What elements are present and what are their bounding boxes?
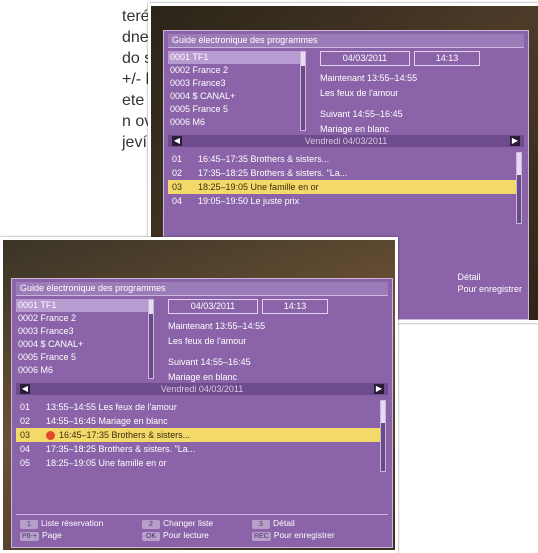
epg-footer: 1 Liste réservation 2 Changer liste 3 Détai… <box>16 514 388 543</box>
date-display: 04/03/2011 <box>168 299 258 314</box>
event-row[interactable]: 01 13:55–14:55 Les feux de l'amour <box>16 400 380 414</box>
date-display: 04/03/2011 <box>320 51 410 66</box>
event-text: 18:25–19:05 Une famille en or <box>198 182 319 192</box>
event-row[interactable]: 04 19:05–19:50 Le juste prix <box>168 194 516 208</box>
key-badge: 2 <box>142 520 160 529</box>
back-footer: Détail Pour enregistrer <box>457 271 522 295</box>
channel-item[interactable]: 0004 $ CANAL+ <box>16 338 148 351</box>
event-number: 01 <box>172 154 183 164</box>
channel-list[interactable]: 0001 TF1 0002 France 2 0003 France3 0004… <box>16 299 148 377</box>
footer-key-reservation[interactable]: 1 Liste réservation <box>20 518 103 529</box>
event-number: 02 <box>20 416 31 426</box>
event-list[interactable]: 01 16:45–17:35 Brothers & sisters... 02 17… <box>168 152 516 208</box>
event-text: 17:35–18:25 Brothers & sisters. "La... <box>46 444 196 454</box>
detail-label: Détail <box>457 272 481 282</box>
day-label: Vendredi 04/03/2011 <box>304 136 388 146</box>
arrow-left-icon[interactable]: ◀ <box>20 384 30 394</box>
epg-title: Guide électronique des programmes <box>168 34 524 48</box>
footer-label: Pour enregistrer <box>273 530 335 540</box>
event-row[interactable]: 03 18:25–19:05 Une famille en or <box>168 180 516 194</box>
key-badge: OK <box>142 532 160 541</box>
event-row[interactable]: 02 14:55–16:45 Mariage en blanc <box>16 414 380 428</box>
channel-item[interactable]: 0002 France 2 <box>16 312 148 325</box>
record-label: Pour enregistrer <box>457 284 522 294</box>
channel-item[interactable]: 0006 M6 <box>168 116 300 129</box>
day-label: Vendredi 04/03/2011 <box>160 384 244 394</box>
day-bar: ◀ Vendredi 04/03/2011 ▶ <box>168 135 524 147</box>
next-label: Suivant 14:55–16:45 <box>320 109 403 119</box>
event-number: 03 <box>172 182 183 192</box>
footer-label: Liste réservation <box>41 518 104 528</box>
event-text: 19:05–19:50 Le juste prix <box>198 196 300 206</box>
event-text: 14:55–16:45 Mariage en blanc <box>46 416 168 426</box>
event-row[interactable]: 01 16:45–17:35 Brothers & sisters... <box>168 152 516 166</box>
event-text: 16:45–17:35 Brothers & sisters... <box>198 154 330 164</box>
record-icon <box>46 431 55 441</box>
arrow-right-icon[interactable]: ▶ <box>510 136 520 146</box>
channel-scrollbar[interactable] <box>300 51 306 131</box>
now-label: Maintenant 13:55–14:55 <box>168 321 266 331</box>
next-title: Mariage en blanc <box>320 124 390 134</box>
now-title: Les feux de l'amour <box>168 336 247 346</box>
channel-scrollbar[interactable] <box>148 299 154 379</box>
channel-item[interactable]: 0001 TF1 <box>16 299 148 312</box>
channel-item[interactable]: 0002 France 2 <box>168 64 300 77</box>
now-label: Maintenant 13:55–14:55 <box>320 73 418 83</box>
event-scrollbar[interactable] <box>380 400 386 472</box>
time-display: 14:13 <box>414 51 480 66</box>
epg-title: Guide électronique des programmes <box>16 282 388 296</box>
footer-key-rec[interactable]: REC Pour enregistrer <box>252 530 335 541</box>
event-list[interactable]: 01 13:55–14:55 Les feux de l'amour 02 14:5… <box>16 400 380 470</box>
day-bar: ◀ Vendredi 04/03/2011 ▶ <box>16 383 388 395</box>
event-number: 05 <box>20 458 31 468</box>
event-text: 17:35–18:25 Brothers & sisters. "La... <box>198 168 348 178</box>
event-number: 01 <box>20 402 31 412</box>
event-row[interactable]: 05 18:25–19:05 Une famille en or <box>16 456 380 470</box>
footer-key-ok[interactable]: OK Pour lecture <box>142 530 209 541</box>
tv-screenshot-front: Guide électronique des programmes 0001 T… <box>0 237 398 553</box>
channel-item[interactable]: 0001 TF1 <box>168 51 300 64</box>
footer-label: Changer liste <box>163 518 214 528</box>
channel-item[interactable]: 0005 France 5 <box>168 103 300 116</box>
event-row[interactable]: 02 17:35–18:25 Brothers & sisters. "La... <box>168 166 516 180</box>
epg-panel: Guide électronique des programmes 0001 T… <box>11 278 393 548</box>
key-badge: REC <box>252 532 271 541</box>
channel-item[interactable]: 0004 $ CANAL+ <box>168 90 300 103</box>
footer-key-change-list[interactable]: 2 Changer liste <box>142 518 213 529</box>
channel-item[interactable]: 0003 France3 <box>168 77 300 90</box>
arrow-right-icon[interactable]: ▶ <box>374 384 384 394</box>
event-text: 13:55–14:55 Les feux de l'amour <box>46 402 177 412</box>
next-title: Mariage en blanc <box>168 372 238 382</box>
footer-label: Page <box>41 530 62 540</box>
arrow-left-icon[interactable]: ◀ <box>172 136 182 146</box>
channel-item[interactable]: 0005 France 5 <box>16 351 148 364</box>
channel-item[interactable]: 0003 France3 <box>16 325 148 338</box>
footer-label: Pour lecture <box>163 530 209 540</box>
event-scrollbar[interactable] <box>516 152 522 224</box>
footer-key-page[interactable]: P6-+ Page <box>20 530 62 541</box>
key-badge: 1 <box>20 520 38 529</box>
time-display: 14:13 <box>262 299 328 314</box>
footer-key-detail[interactable]: 3 Détail <box>252 518 295 529</box>
now-title: Les feux de l'amour <box>320 88 399 98</box>
footer-label: Détail <box>273 518 295 528</box>
event-row[interactable]: 03 16:45–17:35 Brothers & sisters... <box>16 428 380 442</box>
event-number: 04 <box>172 196 183 206</box>
event-text: 18:25–19:05 Une famille en or <box>46 458 167 468</box>
event-number: 03 <box>20 430 31 440</box>
next-label: Suivant 14:55–16:45 <box>168 357 251 367</box>
channel-list[interactable]: 0001 TF1 0002 France 2 0003 France3 0004… <box>168 51 300 129</box>
event-text: 16:45–17:35 Brothers & sisters... <box>59 430 191 440</box>
channel-item[interactable]: 0006 M6 <box>16 364 148 377</box>
event-number: 04 <box>20 444 31 454</box>
key-badge: P6-+ <box>20 532 39 541</box>
event-number: 02 <box>172 168 183 178</box>
key-badge: 3 <box>252 520 270 529</box>
event-row[interactable]: 04 17:35–18:25 Brothers & sisters. "La... <box>16 442 380 456</box>
